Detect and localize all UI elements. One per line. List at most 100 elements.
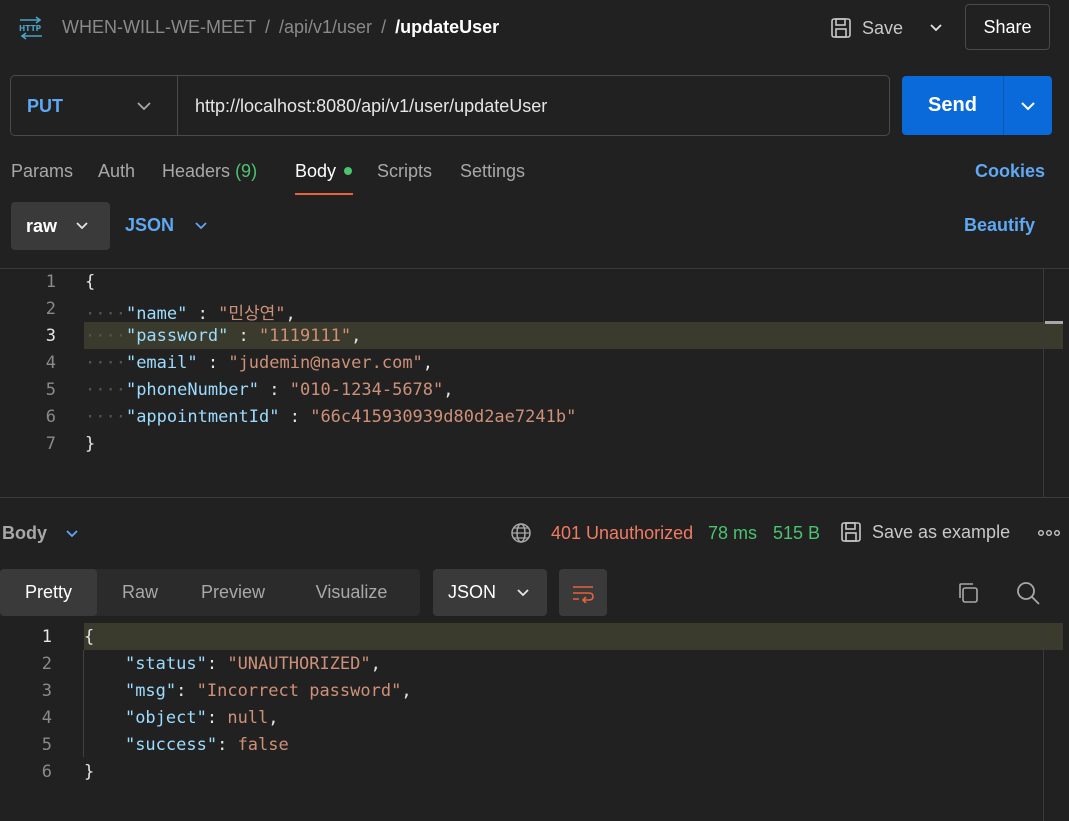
globe-icon[interactable] (510, 522, 532, 544)
line-number: 4 (41, 708, 52, 728)
line-number: 7 (45, 434, 56, 454)
tab-scripts[interactable]: Scripts (377, 161, 432, 182)
beautify-button[interactable]: Beautify (964, 215, 1035, 236)
breadcrumb: WHEN-WILL-WE-MEET / /api/v1/user / /updateUs… (62, 17, 499, 38)
line-number: 3 (41, 681, 52, 701)
body-type-dropdown[interactable]: JSON (125, 215, 208, 236)
response-format-label: JSON (448, 582, 497, 602)
breadcrumb-separator: / (381, 17, 387, 37)
line-number: 5 (41, 735, 52, 755)
json-key: "msg" (124, 681, 177, 701)
json-value: "judemin@naver.com" (228, 353, 423, 373)
code-line: { (85, 272, 96, 292)
code-line: ····"email" : "judemin@naver.com", (85, 353, 434, 373)
chevron-down-icon[interactable] (134, 96, 154, 116)
tab-visualize[interactable]: Visualize (283, 569, 420, 616)
json-value: "66c415930939d80d2ae7241b" (310, 407, 577, 427)
json-punct: , (285, 304, 296, 324)
chevron-down-icon (66, 529, 78, 537)
json-key: "password" (125, 326, 229, 346)
save-options-button[interactable] (926, 16, 946, 40)
json-key: "success" (124, 735, 218, 755)
json-value: "1119111" (259, 326, 352, 346)
current-line-highlight (84, 623, 1063, 650)
code-line: ····"phoneNumber" : "010-1234-5678", (85, 380, 454, 400)
send-button[interactable]: Send (902, 76, 1003, 135)
breadcrumb-request-name[interactable]: /updateUser (395, 17, 499, 37)
json-value: null (227, 708, 269, 728)
tab-auth[interactable]: Auth (98, 161, 135, 182)
json-punct: , (268, 708, 279, 728)
json-key: "object" (124, 708, 207, 728)
json-key: "name" (125, 304, 188, 324)
body-mode-dropdown[interactable]: raw (11, 202, 110, 250)
svg-text:HTTP: HTTP (19, 24, 42, 33)
share-button[interactable]: Share (965, 4, 1050, 50)
cookies-link[interactable]: Cookies (975, 161, 1045, 182)
response-body-dropdown[interactable]: Body (2, 523, 79, 544)
tab-body[interactable]: Body (295, 161, 336, 182)
chevron-down-icon (930, 24, 942, 32)
response-time[interactable]: 78 ms (708, 523, 757, 544)
save-icon (841, 522, 861, 542)
chevron-down-icon (76, 222, 88, 230)
code-line: "status": "UNAUTHORIZED", (124, 654, 381, 674)
divider (177, 76, 178, 135)
line-number: 1 (45, 272, 56, 292)
json-value: "민상연" (218, 304, 286, 324)
chevron-down-icon (195, 221, 207, 229)
code-line: ····"appointmentId" : "66c415930939d80d2… (85, 407, 577, 427)
code-line: } (85, 434, 96, 454)
status-badge[interactable]: 401 Unauthorized (551, 523, 693, 544)
response-format-dropdown[interactable]: JSON (433, 569, 547, 616)
search-icon[interactable] (1015, 580, 1041, 606)
line-number: 2 (41, 654, 52, 674)
save-icon (831, 18, 851, 38)
json-value: "Incorrect password" (196, 681, 402, 701)
json-key: "status" (124, 654, 207, 674)
breadcrumb-folder[interactable]: /api/v1/user (279, 17, 372, 37)
code-line: { (84, 627, 95, 647)
wrap-lines-button[interactable] (559, 569, 607, 616)
method-selector[interactable]: PUT (27, 96, 63, 117)
wrap-lines-icon (573, 585, 594, 603)
json-punct: , (443, 380, 454, 400)
response-size[interactable]: 515 B (773, 523, 820, 544)
chevron-down-icon (517, 588, 529, 596)
save-as-example-label: Save as example (872, 521, 1011, 542)
save-as-example-button[interactable]: Save as example (840, 521, 1010, 543)
json-key: "email" (125, 353, 198, 373)
code-line: "success": false (124, 735, 289, 755)
response-view-tabs: Pretty Raw Preview Visualize (0, 569, 420, 616)
tab-settings[interactable]: Settings (460, 161, 525, 182)
line-number: 6 (41, 762, 52, 782)
response-scrollbar[interactable] (1043, 623, 1044, 821)
copy-icon[interactable] (955, 580, 981, 606)
tab-headers-label: Headers (162, 161, 231, 181)
body-type-label: JSON (125, 215, 175, 235)
json-value: "010-1234-5678" (289, 380, 444, 400)
more-options-icon[interactable] (1038, 522, 1060, 544)
save-button[interactable]: Save (830, 14, 903, 42)
json-key: "phoneNumber" (125, 380, 260, 400)
line-number: 1 (41, 627, 52, 647)
tab-headers[interactable]: Headers (9) (162, 161, 257, 182)
line-number: 5 (45, 380, 56, 400)
line-number: 2 (45, 299, 56, 319)
line-number: 6 (45, 407, 56, 427)
code-line: "object": null, (124, 708, 279, 728)
tab-params[interactable]: Params (11, 161, 73, 182)
save-label: Save (862, 17, 904, 38)
tab-raw[interactable]: Raw (97, 569, 183, 616)
active-tab-underline (295, 193, 353, 195)
url-input[interactable] (195, 94, 875, 118)
breadcrumb-separator: / (264, 17, 270, 37)
json-key: "appointmentId" (125, 407, 280, 427)
line-number: 3 (45, 326, 56, 346)
send-options-button[interactable] (1003, 76, 1052, 135)
tab-preview[interactable]: Preview (183, 569, 283, 616)
tab-pretty[interactable]: Pretty (0, 569, 97, 616)
editor-scrollbar[interactable] (1043, 269, 1044, 497)
json-value: "UNAUTHORIZED" (227, 654, 371, 674)
breadcrumb-collection[interactable]: WHEN-WILL-WE-MEET (62, 17, 256, 37)
